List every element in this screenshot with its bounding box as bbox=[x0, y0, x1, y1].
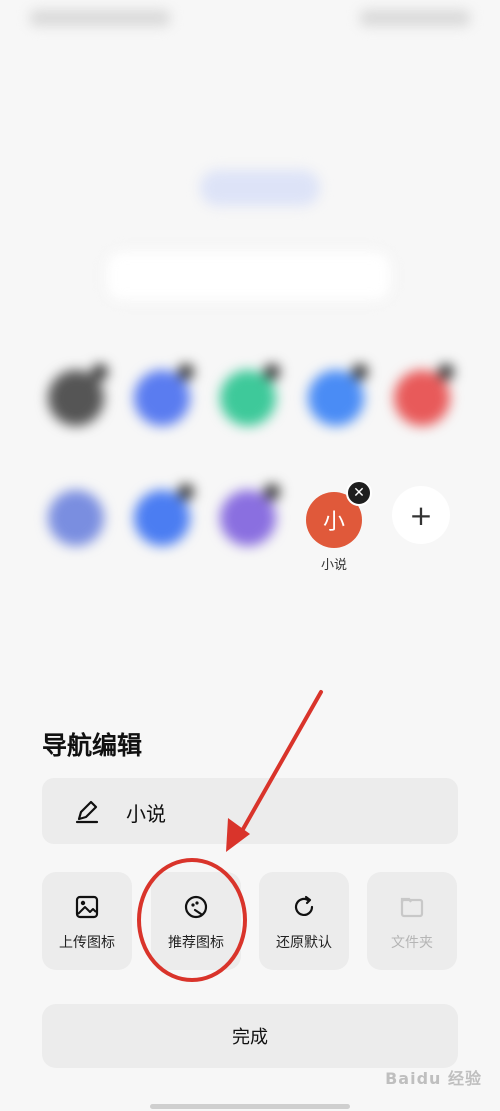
blurred-nav-item bbox=[202, 360, 292, 470]
close-icon[interactable]: ✕ bbox=[346, 480, 372, 506]
add-nav-button[interactable]: + bbox=[392, 486, 450, 544]
blurred-nav-item bbox=[290, 360, 380, 470]
pencil-icon bbox=[75, 800, 99, 824]
blurred-logo bbox=[200, 170, 320, 206]
recommend-icon-button[interactable]: 推荐图标 bbox=[151, 872, 241, 970]
home-indicator bbox=[150, 1104, 350, 1109]
name-field[interactable]: 小说 bbox=[42, 778, 458, 844]
status-right bbox=[360, 10, 470, 26]
action-label: 推荐图标 bbox=[168, 935, 224, 951]
status-bar bbox=[0, 0, 500, 40]
blurred-nav-item bbox=[202, 480, 292, 590]
action-label: 文件夹 bbox=[391, 935, 433, 951]
image-icon bbox=[75, 895, 99, 919]
folder-icon bbox=[400, 897, 424, 918]
recommend-icon bbox=[184, 895, 208, 919]
blurred-nav-item bbox=[376, 360, 466, 470]
nav-item-label: 小说 bbox=[320, 558, 347, 573]
blurred-nav-item bbox=[116, 360, 206, 470]
name-field-value: 小说 bbox=[126, 802, 166, 826]
blurred-search-bar bbox=[105, 250, 392, 302]
folder-button[interactable]: 文件夹 bbox=[367, 872, 457, 970]
blurred-background bbox=[0, 0, 500, 700]
upload-icon-button[interactable]: 上传图标 bbox=[42, 872, 132, 970]
sheet-title: 导航编辑 bbox=[42, 731, 143, 760]
action-label: 上传图标 bbox=[59, 935, 115, 951]
blurred-nav-item bbox=[30, 480, 120, 590]
nav-edit-sheet: 导航编辑 小说 上传图标 推荐图标 还原默认 文件夹 完成 bbox=[0, 700, 500, 1111]
nav-item-novel[interactable]: 小 ✕ 小说 bbox=[292, 480, 376, 580]
restore-default-button[interactable]: 还原默认 bbox=[259, 872, 349, 970]
done-button[interactable]: 完成 bbox=[42, 1004, 458, 1068]
refresh-icon bbox=[294, 895, 314, 916]
status-left bbox=[30, 10, 170, 26]
blurred-nav-item bbox=[116, 480, 206, 590]
action-label: 还原默认 bbox=[276, 935, 332, 951]
watermark: Baidu 经验 bbox=[385, 1069, 482, 1088]
blurred-nav-item bbox=[30, 360, 120, 470]
